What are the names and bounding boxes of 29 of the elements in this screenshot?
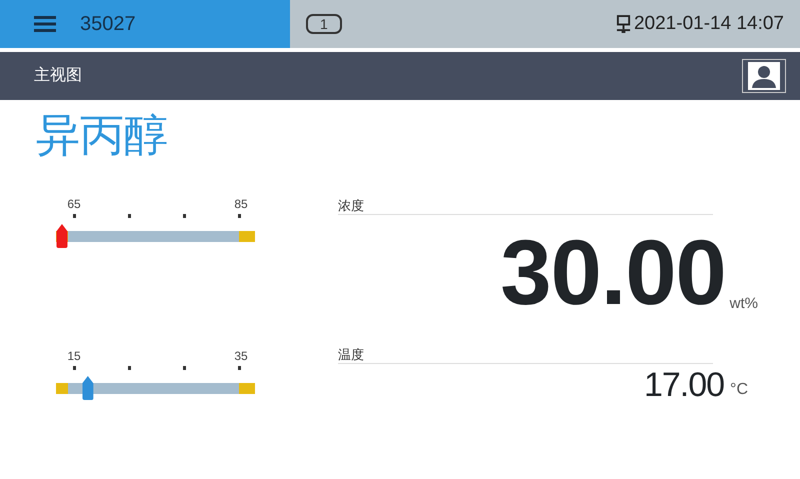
unit-label: wt% <box>730 294 758 314</box>
page-indicator: 1 <box>306 14 342 34</box>
network-icon <box>616 14 631 34</box>
reading-label: 浓度 <box>338 198 713 215</box>
scale-tick <box>238 366 241 370</box>
device-id: 35027 <box>80 12 136 37</box>
limit-segment <box>56 383 68 394</box>
scale-tick <box>128 366 131 370</box>
limit-segment <box>239 383 255 394</box>
reading-label: 温度 <box>338 347 713 364</box>
scale-tick <box>128 214 131 218</box>
menu-button[interactable] <box>34 16 56 32</box>
reading-value: 30.00 <box>500 227 726 319</box>
scale-tick <box>183 214 186 218</box>
scale-tick <box>73 214 76 218</box>
substance-name: 异丙醇 <box>36 114 169 158</box>
view-title: 主视图 <box>34 66 82 86</box>
limit-segment <box>239 231 255 242</box>
scale-label: 15 <box>67 350 81 362</box>
scale-label: 35 <box>234 350 248 362</box>
scale-tick <box>183 366 186 370</box>
user-button[interactable] <box>742 59 786 93</box>
reading-value: 17.00 <box>644 368 724 402</box>
date-time: 2021-01-14 14:07 <box>634 12 784 36</box>
scale-tick <box>238 214 241 218</box>
unit-label: °C <box>730 380 748 400</box>
scale-tick <box>73 366 76 370</box>
scale-label: 85 <box>234 198 248 210</box>
scale-label: 65 <box>67 198 81 210</box>
